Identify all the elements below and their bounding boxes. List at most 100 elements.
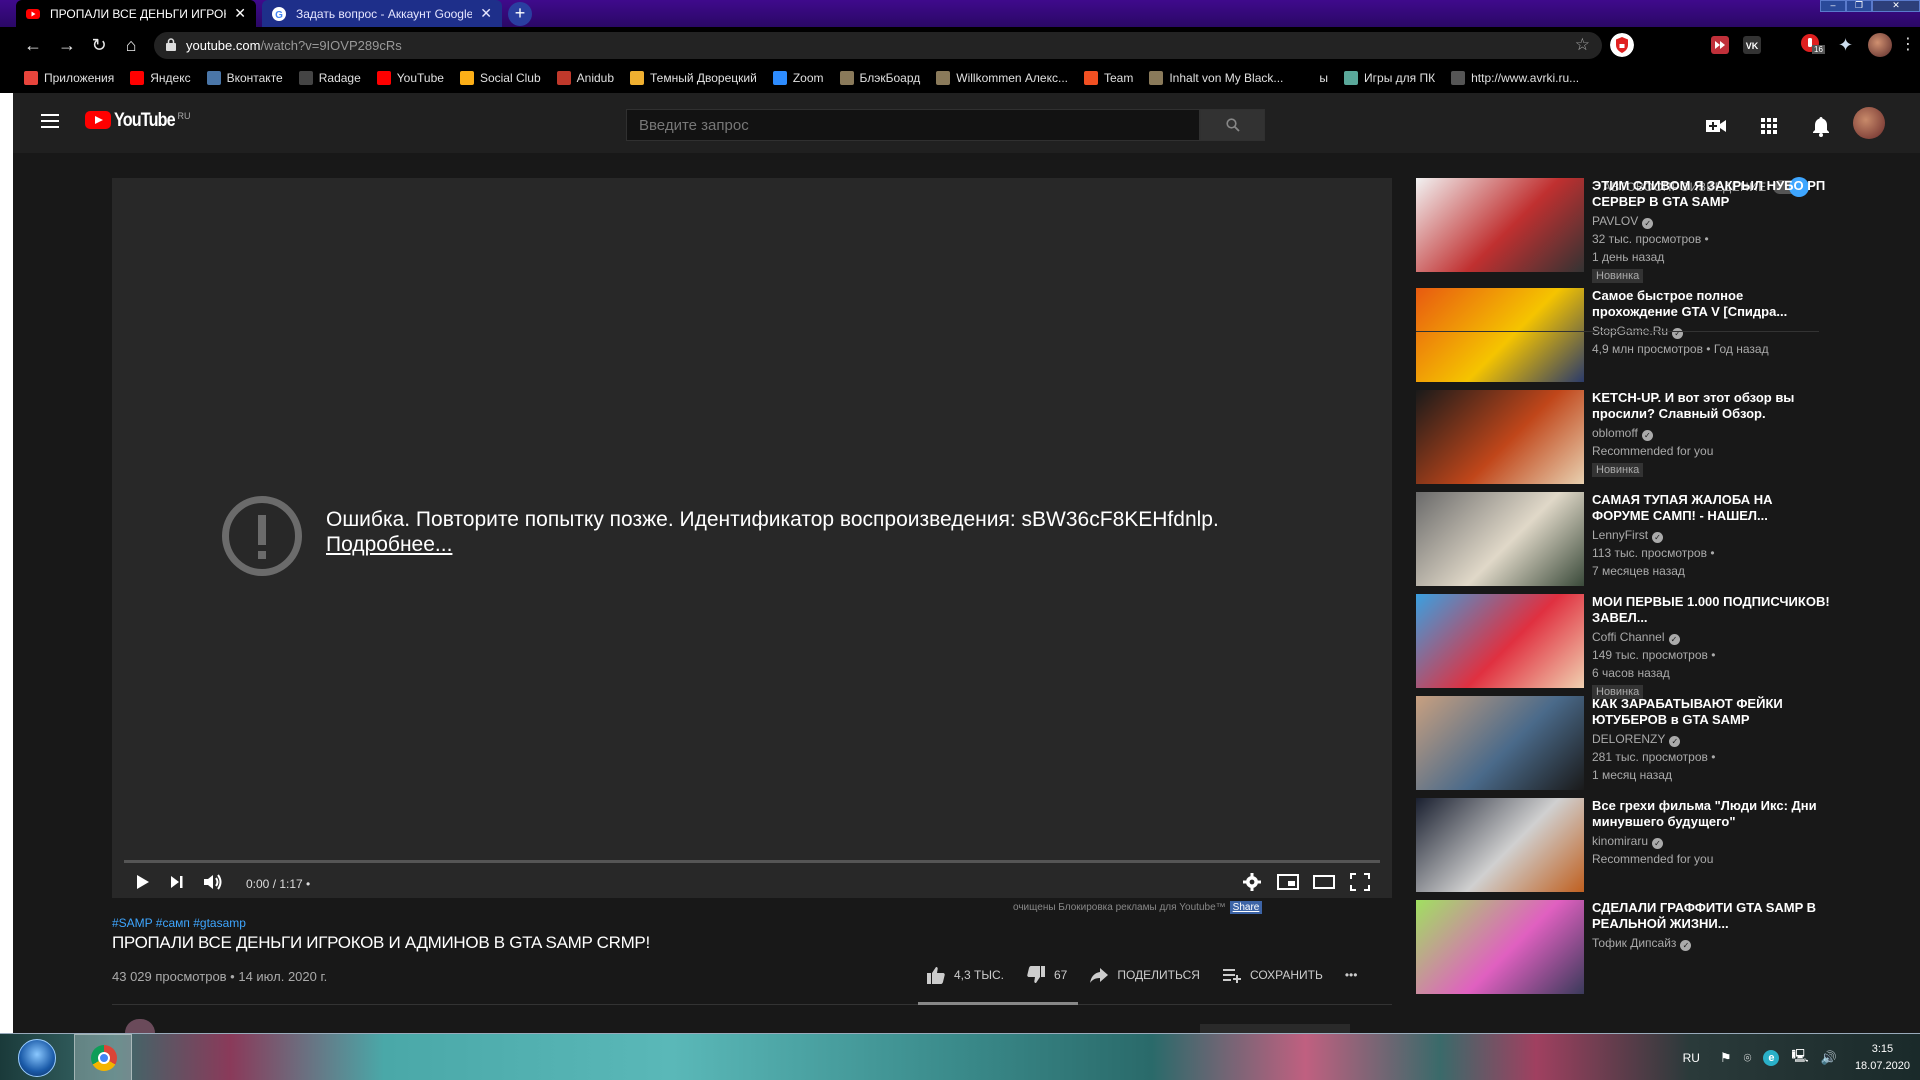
action-center-flag-icon[interactable]: ⚑ xyxy=(1720,1050,1732,1066)
dislike-button[interactable]: 67 xyxy=(1026,965,1067,985)
bookmark-item[interactable]: Темный Дворецкий xyxy=(630,71,757,85)
adblock-shield-icon[interactable] xyxy=(1610,33,1634,57)
network-satellite-icon[interactable]: ⌾ xyxy=(1744,1050,1752,1066)
apps-grid-icon[interactable] xyxy=(1758,115,1780,137)
video-thumbnail[interactable] xyxy=(1416,288,1584,382)
bookmark-item[interactable]: Radage xyxy=(298,71,361,85)
volume-icon[interactable] xyxy=(202,870,224,894)
recommended-title[interactable]: САМАЯ ТУПАЯ ЖАЛОБА НА ФОРУМЕ САМП! - НАШ… xyxy=(1592,492,1832,524)
eset-antivirus-icon[interactable]: e xyxy=(1763,1049,1780,1066)
new-tab-button[interactable]: + xyxy=(508,2,532,26)
home-button[interactable]: ⌂ xyxy=(120,35,142,56)
bookmark-item[interactable]: Яндекс xyxy=(130,71,191,85)
bookmark-item[interactable]: Anidub xyxy=(556,71,614,85)
like-button[interactable]: 4,3 ТЫС. xyxy=(926,965,1004,985)
browser-menu-icon[interactable]: ⋮ xyxy=(1900,33,1916,57)
chrome-taskbar-button[interactable] xyxy=(74,1034,132,1080)
channel-name[interactable]: LennyFirst ✓ xyxy=(1592,526,1832,544)
windows-start-button[interactable] xyxy=(18,1039,56,1077)
youtube-logo[interactable]: YouTube RU xyxy=(85,111,190,131)
tab-google-account[interactable]: G Задать вопрос - Аккаунт Google ✕ xyxy=(262,0,502,27)
hand-stop-extension-icon[interactable]: 16 xyxy=(1800,33,1828,57)
create-video-icon[interactable] xyxy=(1705,115,1727,137)
recommended-video[interactable]: ЭТИМ СЛИВОМ Я ЗАКРЫЛ НУБО РП СЕРВЕР В GT… xyxy=(1416,178,1836,283)
adblock-share-button[interactable]: Share xyxy=(1229,901,1263,914)
page-scrollbar[interactable] xyxy=(1906,153,1920,1033)
bookmark-item[interactable]: ы xyxy=(1299,71,1328,85)
video-thumbnail[interactable] xyxy=(1416,594,1584,688)
save-button[interactable]: СОХРАНИТЬ xyxy=(1222,965,1323,985)
theater-mode-icon[interactable] xyxy=(1312,870,1336,894)
bookmark-item[interactable]: Вконтакте xyxy=(206,71,283,85)
recommended-title[interactable]: Самое быстрое полное прохождение GTA V [… xyxy=(1592,288,1832,320)
bookmark-item[interactable]: Приложения xyxy=(24,71,114,85)
play-icon[interactable] xyxy=(134,870,152,894)
recommended-video[interactable]: KETCH-UP. И вот этот обзор вы просили? С… xyxy=(1416,390,1836,486)
close-tab-icon[interactable]: ✕ xyxy=(480,5,492,22)
notifications-bell-icon[interactable] xyxy=(1810,115,1832,137)
video-thumbnail[interactable] xyxy=(1416,696,1584,790)
channel-name[interactable]: Тофик Дипсайз ✓ xyxy=(1592,934,1832,952)
recommended-title[interactable]: КАК ЗАРАБАТЫВАЮТ ФЕЙКИ ЮТУБЕРОВ в GTA SA… xyxy=(1592,696,1832,728)
settings-gear-icon[interactable] xyxy=(1242,870,1262,894)
bookmark-item[interactable]: YouTube xyxy=(376,71,444,85)
bookmark-star-icon[interactable]: ☆ xyxy=(1575,35,1590,55)
address-bar[interactable]: youtube.com/watch?v=9IOVP289cRs ☆ xyxy=(154,32,1602,59)
account-avatar[interactable] xyxy=(1853,107,1885,139)
channel-name[interactable]: PAVLOV ✓ xyxy=(1592,212,1832,230)
subscribe-button[interactable] xyxy=(1200,1024,1350,1033)
search-button[interactable] xyxy=(1200,109,1265,141)
video-thumbnail[interactable] xyxy=(1416,900,1584,994)
bookmark-item[interactable]: Willkommen Алекс... xyxy=(936,71,1068,85)
recommended-video[interactable]: Все грехи фильма "Люди Икс: Дни минувшег… xyxy=(1416,798,1836,894)
recommended-video[interactable]: Самое быстрое полное прохождение GTA V [… xyxy=(1416,288,1836,384)
extensions-puzzle-icon[interactable]: ✦ xyxy=(1838,33,1862,57)
recommended-video[interactable]: САМАЯ ТУПАЯ ЖАЛОБА НА ФОРУМЕ САМП! - НАШ… xyxy=(1416,492,1836,588)
tab-youtube-video[interactable]: ПРОПАЛИ ВСЕ ДЕНЬГИ ИГРОКОВ И АДМИНОВ В G… xyxy=(16,0,256,27)
video-thumbnail[interactable] xyxy=(1416,178,1584,272)
fullscreen-icon[interactable] xyxy=(1348,870,1372,894)
window-close-button[interactable]: ✕ xyxy=(1872,0,1920,12)
video-thumbnail[interactable] xyxy=(1416,492,1584,586)
recommended-title[interactable]: ЭТИМ СЛИВОМ Я ЗАКРЫЛ НУБО РП СЕРВЕР В GT… xyxy=(1592,178,1832,210)
vk-extension-icon[interactable]: VK xyxy=(1740,33,1764,57)
progress-bar[interactable] xyxy=(124,860,1380,863)
bookmark-item[interactable]: Team xyxy=(1084,71,1133,85)
miniplayer-icon[interactable] xyxy=(1276,870,1300,894)
bookmark-item[interactable]: БлэкБоард xyxy=(839,71,920,85)
recommended-title[interactable]: СДЕЛАЛИ ГРАФФИТИ GTA SAMP В РЕАЛЬНОЙ ЖИЗ… xyxy=(1592,900,1832,932)
language-indicator[interactable]: RU xyxy=(1683,1051,1700,1065)
next-video-icon[interactable] xyxy=(168,870,186,894)
recommended-video[interactable]: КАК ЗАРАБАТЫВАЮТ ФЕЙКИ ЮТУБЕРОВ в GTA SA… xyxy=(1416,696,1836,792)
share-button[interactable]: ПОДЕЛИТЬСЯ xyxy=(1089,965,1200,985)
recommended-title[interactable]: Все грехи фильма "Люди Икс: Дни минувшег… xyxy=(1592,798,1832,830)
back-button[interactable]: ← xyxy=(22,35,44,56)
profile-avatar[interactable] xyxy=(1868,33,1892,57)
channel-avatar[interactable] xyxy=(125,1019,155,1033)
youtube-speed-extension-icon[interactable] xyxy=(1708,33,1732,57)
forward-button[interactable]: → xyxy=(56,35,78,56)
reload-button[interactable]: ↻ xyxy=(88,35,110,56)
recommended-video[interactable]: МОИ ПЕРВЫЕ 1.000 ПОДПИСЧИКОВ! ЗАВЕЛ... Co… xyxy=(1416,594,1836,699)
volume-tray-icon[interactable]: 🔊 xyxy=(1821,1050,1837,1066)
video-thumbnail[interactable] xyxy=(1416,798,1584,892)
channel-name[interactable]: Coffi Channel ✓ xyxy=(1592,628,1832,646)
bookmark-item[interactable]: Zoom xyxy=(772,71,824,85)
video-player[interactable]: Ошибка. Повторите попытку позже. Идентиф… xyxy=(112,178,1392,898)
bookmark-item[interactable]: Social Club xyxy=(459,71,541,85)
recommended-title[interactable]: МОИ ПЕРВЫЕ 1.000 ПОДПИСЧИКОВ! ЗАВЕЛ... xyxy=(1592,594,1832,626)
maximize-button[interactable]: ❐ xyxy=(1846,0,1872,12)
recommended-title[interactable]: KETCH-UP. И вот этот обзор вы просили? С… xyxy=(1592,390,1832,422)
close-tab-icon[interactable]: ✕ xyxy=(234,5,246,22)
learn-more-link[interactable]: Подробнее... xyxy=(326,533,452,556)
network-icon[interactable]: 🖳 xyxy=(1791,1047,1808,1069)
menu-hamburger-icon[interactable] xyxy=(41,114,59,132)
video-thumbnail[interactable] xyxy=(1416,390,1584,484)
recommended-video[interactable]: СДЕЛАЛИ ГРАФФИТИ GTA SAMP В РЕАЛЬНОЙ ЖИЗ… xyxy=(1416,900,1836,996)
minimize-button[interactable]: – xyxy=(1820,0,1846,12)
clock[interactable]: 3:15 18.07.2020 xyxy=(1855,1041,1910,1075)
search-input[interactable] xyxy=(627,110,1199,140)
channel-name[interactable]: DELORENZY ✓ xyxy=(1592,730,1832,748)
channel-name[interactable]: kinomiraru ✓ xyxy=(1592,832,1832,850)
video-hashtags[interactable]: #SAMP #самп #gtasamp xyxy=(112,916,246,930)
